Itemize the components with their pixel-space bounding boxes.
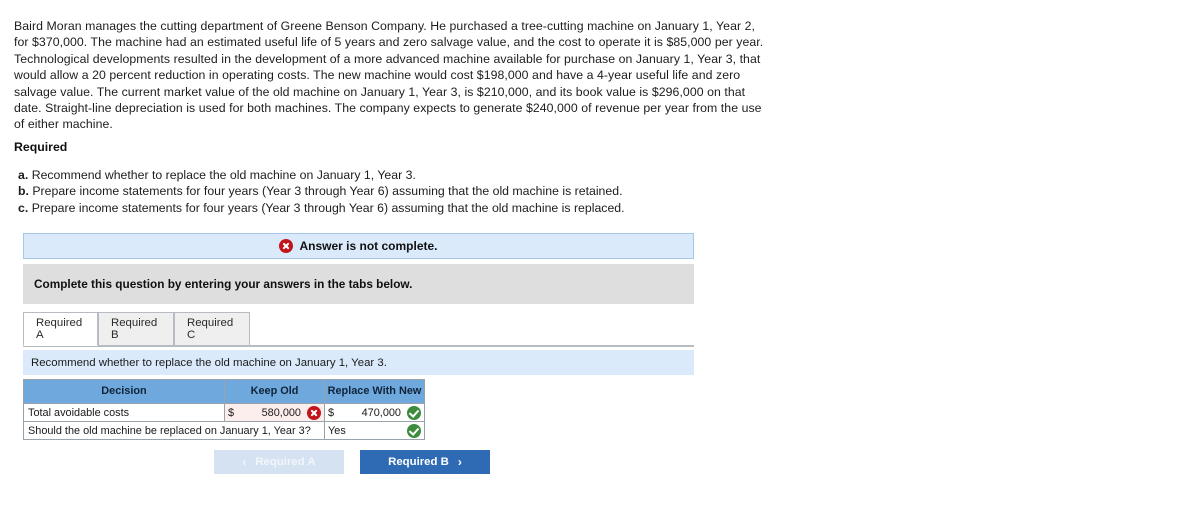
answer-status-text: Answer is not complete.	[299, 239, 438, 253]
table-header-row: Decision Keep Old Replace With New	[23, 379, 425, 404]
correct-mark	[407, 405, 421, 420]
currency-symbol: $	[328, 406, 335, 419]
cell-should-replace-answer[interactable]: Yes	[324, 421, 425, 440]
required-item-b-label: b.	[18, 184, 29, 199]
required-item-a: a. Recommend whether to replace the old …	[18, 167, 758, 183]
required-item-b: b. Prepare income statements for four ye…	[18, 183, 758, 199]
sub-instruction-bar: Recommend whether to replace the old mac…	[23, 350, 694, 375]
answer-table-body: Total avoidable costs $ 580,000 $ 470,00…	[23, 403, 425, 440]
required-heading: Required	[14, 140, 68, 154]
answer-table: Decision Keep Old Replace With New Total…	[23, 379, 425, 440]
cell-replace-new-total-avoidable-costs[interactable]: $ 470,000	[324, 403, 425, 422]
correct-mark	[407, 423, 421, 438]
tab-required-b[interactable]: Required B	[98, 312, 174, 346]
instruction-bar: Complete this question by entering your …	[23, 264, 694, 304]
cell-keep-old-total-avoidable-costs[interactable]: $ 580,000	[224, 403, 325, 422]
answer-table-head: Decision Keep Old Replace With New	[23, 379, 425, 404]
next-button-label: Required B	[388, 456, 449, 468]
answer-status-banner: Answer is not complete.	[23, 233, 694, 259]
error-x-icon	[307, 405, 321, 420]
prev-required-a-button[interactable]: ‹ Required A	[214, 450, 344, 474]
incorrect-mark	[307, 405, 321, 420]
required-list: a. Recommend whether to replace the old …	[18, 167, 758, 216]
navigation-buttons: ‹ Required A Required B ›	[214, 450, 490, 474]
chevron-right-icon: ›	[457, 455, 462, 469]
question-page: Baird Moran manages the cutting departme…	[0, 0, 1200, 530]
currency-symbol: $	[228, 406, 235, 419]
required-item-a-text: Recommend whether to replace the old mac…	[31, 168, 416, 182]
required-item-a-label: a.	[18, 168, 29, 182]
prev-button-label: Required A	[255, 456, 316, 468]
required-item-b-text: Prepare income statements for four years…	[32, 184, 623, 199]
value-replace-new: 470,000	[361, 406, 401, 419]
success-check-icon	[407, 405, 421, 420]
required-item-c-label: c.	[18, 200, 29, 215]
value-should-replace: Yes	[328, 424, 346, 437]
required-item-c-text: Prepare income statements for four years…	[31, 200, 625, 215]
problem-narrative: Baird Moran manages the cutting departme…	[14, 19, 764, 132]
tab-required-c[interactable]: Required C	[174, 312, 250, 346]
column-header-decision: Decision	[23, 379, 225, 404]
tab-required-a[interactable]: Required A	[23, 312, 98, 346]
table-row: Total avoidable costs $ 580,000 $ 470,00…	[23, 403, 425, 422]
error-x-icon	[279, 239, 294, 253]
column-header-keep-old: Keep Old	[224, 379, 325, 404]
table-row: Should the old machine be replaced on Ja…	[23, 421, 425, 440]
row-label-total-avoidable-costs: Total avoidable costs	[23, 403, 225, 422]
requirement-tabs: Required A Required B Required C	[23, 312, 694, 347]
chevron-left-icon: ‹	[242, 455, 247, 469]
value-keep-old: 580,000	[261, 406, 301, 419]
next-required-b-button[interactable]: Required B ›	[360, 450, 490, 474]
success-check-icon	[407, 423, 421, 438]
column-header-replace-with-new: Replace With New	[324, 379, 425, 404]
required-item-c: c. Prepare income statements for four ye…	[18, 200, 758, 216]
row-label-should-replace-question: Should the old machine be replaced on Ja…	[23, 421, 325, 440]
